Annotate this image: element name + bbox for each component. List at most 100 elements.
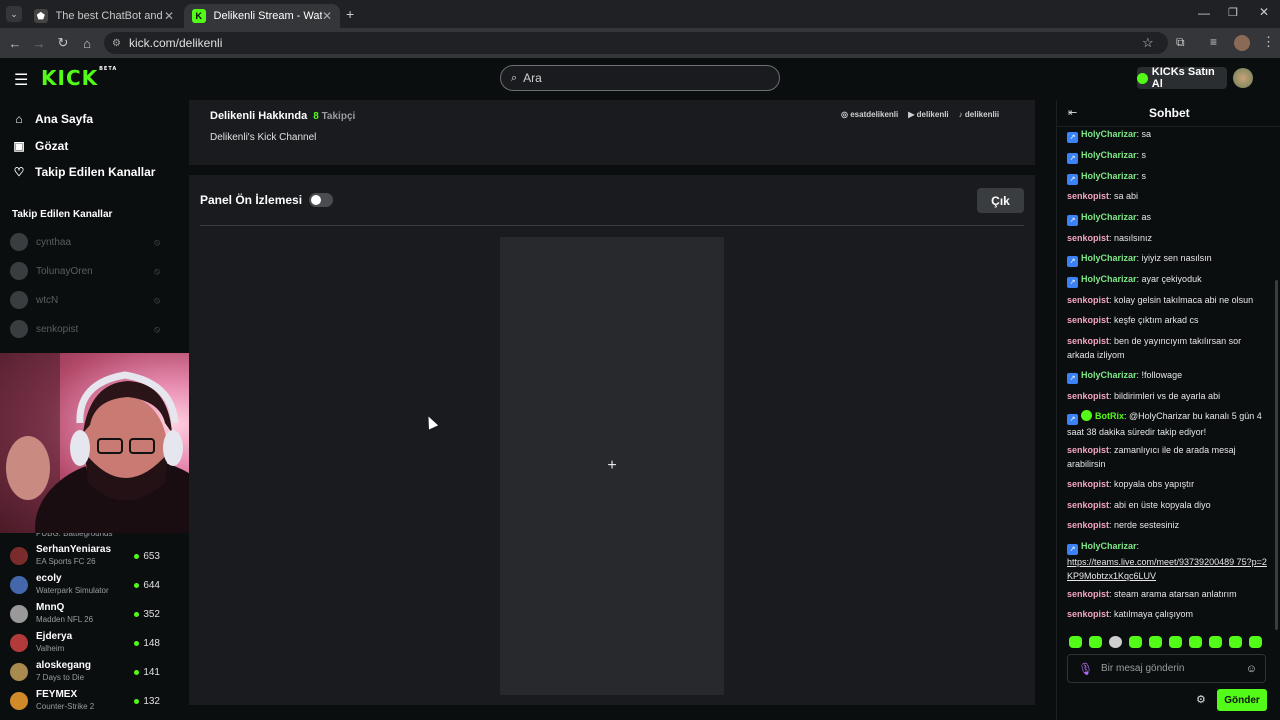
live-channel[interactable]: aloskegang 7 Days to Die 141 bbox=[10, 659, 160, 685]
bookmark-star-icon[interactable]: ☆ bbox=[1142, 35, 1154, 51]
emote-icon[interactable] bbox=[1229, 636, 1242, 648]
emote-icon[interactable] bbox=[1249, 636, 1262, 648]
microphone-icon[interactable]: 🎙 bbox=[1078, 662, 1093, 676]
exit-button[interactable]: Çık bbox=[977, 188, 1024, 213]
tiktok-link[interactable]: ♪ delikenlii bbox=[959, 110, 999, 119]
browser-menu-icon[interactable]: ⋮ bbox=[1262, 34, 1275, 50]
chat-username[interactable]: HolyCharizar bbox=[1081, 171, 1137, 181]
emote-icon[interactable] bbox=[1109, 636, 1122, 648]
emote-icon[interactable] bbox=[1089, 636, 1102, 648]
profile-avatar[interactable] bbox=[1234, 35, 1250, 51]
add-panel-button[interactable]: + bbox=[500, 237, 724, 695]
badge-icon: ↗ bbox=[1067, 153, 1078, 164]
badge-icon: ↗ bbox=[1067, 277, 1078, 288]
kicks-buy-button[interactable]: KICKs Satın Al bbox=[1137, 66, 1227, 90]
chat-username[interactable]: senkopist bbox=[1067, 336, 1109, 346]
close-tab-icon[interactable]: ✕ bbox=[322, 9, 332, 23]
chat-message: senkopist: nasılsınız bbox=[1067, 233, 1153, 243]
browser-tab-kick[interactable]: K Delikenli Stream - Watch Live o ✕ bbox=[184, 4, 340, 28]
chat-username[interactable]: HolyCharizar bbox=[1081, 129, 1137, 139]
chat-username[interactable]: senkopist bbox=[1067, 589, 1109, 599]
minimize-icon[interactable]: — bbox=[1198, 6, 1210, 20]
home-icon: ⌂ bbox=[15, 112, 23, 126]
panel-preview-toggle[interactable] bbox=[309, 193, 333, 207]
chat-username[interactable]: senkopist bbox=[1067, 295, 1109, 305]
viewer-count-value: 132 bbox=[143, 695, 160, 707]
chat-username[interactable]: senkopist bbox=[1067, 391, 1109, 401]
chat-username[interactable]: HolyCharizar bbox=[1081, 274, 1137, 284]
forward-icon[interactable]: → bbox=[30, 34, 48, 52]
live-channel[interactable]: ecoly Waterpark Simulator 644 bbox=[10, 572, 160, 598]
chat-username[interactable]: HolyCharizar bbox=[1081, 212, 1137, 222]
channel-game: Counter-Strike 2 bbox=[36, 702, 95, 711]
badge-icon: ↗ bbox=[1067, 256, 1078, 267]
chat-username[interactable]: senkopist bbox=[1067, 233, 1109, 243]
kick-logo[interactable]: KICKBETA bbox=[41, 66, 117, 90]
chat-username[interactable]: HolyCharizar bbox=[1081, 253, 1137, 263]
emote-icon[interactable] bbox=[1069, 636, 1082, 648]
instagram-link[interactable]: ◎ esatdelikenli bbox=[841, 110, 898, 119]
tab-search-button[interactable]: ⌄ bbox=[6, 6, 22, 22]
plus-icon: + bbox=[607, 457, 617, 474]
chat-scrollbar[interactable] bbox=[1275, 280, 1278, 630]
emote-icon[interactable] bbox=[1149, 636, 1162, 648]
offline-channel[interactable]: cynthaa ⦸ bbox=[10, 231, 160, 253]
chat-link[interactable]: https://teams.live.com/meet/93739200489 … bbox=[1067, 557, 1267, 581]
hamburger-menu-icon[interactable]: ☰ bbox=[14, 70, 28, 90]
live-channel[interactable]: Ejderya Valheim 148 bbox=[10, 630, 160, 656]
collapse-chat-icon[interactable]: ⇤ bbox=[1068, 106, 1077, 119]
emote-icon[interactable] bbox=[1169, 636, 1182, 648]
chat-username[interactable]: senkopist bbox=[1067, 520, 1109, 530]
new-tab-icon[interactable]: + bbox=[346, 6, 354, 22]
back-icon[interactable]: ← bbox=[6, 34, 24, 52]
live-channel[interactable]: FEYMEX Counter-Strike 2 132 bbox=[10, 688, 160, 714]
chat-username[interactable]: HolyCharizar bbox=[1081, 541, 1137, 551]
followers-count: 8 bbox=[313, 111, 319, 122]
chat-username[interactable]: HolyCharizar bbox=[1081, 150, 1137, 160]
chat-username[interactable]: senkopist bbox=[1067, 500, 1109, 510]
sidebar-item-browse[interactable]: ▣ Gözat bbox=[12, 136, 68, 156]
emote-icon[interactable] bbox=[1129, 636, 1142, 648]
chat-message: ↗ HolyCharizar: https://teams.live.com/mee… bbox=[1067, 541, 1267, 581]
sidebar-item-following[interactable]: ♡ Takip Edilen Kanallar bbox=[12, 162, 156, 182]
url-field[interactable]: ⚙ kick.com/delikenli bbox=[104, 32, 1168, 54]
offline-icon: ⦸ bbox=[154, 294, 160, 305]
social-handle: delikenli bbox=[916, 110, 949, 119]
window-close-icon[interactable]: ✕ bbox=[1259, 5, 1269, 19]
home-browser-icon[interactable]: ⌂ bbox=[78, 34, 96, 52]
emote-icon[interactable] bbox=[1209, 636, 1222, 648]
extensions-icon[interactable]: ⧉ bbox=[1176, 35, 1185, 50]
close-tab-icon[interactable]: ✕ bbox=[164, 9, 174, 23]
send-button[interactable]: Gönder bbox=[1217, 689, 1267, 711]
reading-list-icon[interactable]: ≡ bbox=[1210, 35, 1217, 49]
live-channel[interactable]: SerhanYeniaras EA Sports FC 26 653 bbox=[10, 543, 160, 569]
offline-channel[interactable]: wtcN ⦸ bbox=[10, 289, 160, 311]
chat-message-input[interactable]: 🎙 Bir mesaj gönderin ☺ bbox=[1067, 654, 1266, 683]
site-info-icon[interactable]: ⚙ bbox=[112, 38, 121, 49]
chat-username[interactable]: BotRix bbox=[1095, 411, 1124, 421]
sidebar-item-home[interactable]: ⌂ Ana Sayfa bbox=[12, 109, 93, 129]
sidebar-item-label: Gözat bbox=[35, 139, 69, 153]
youtube-link[interactable]: ▶ delikenli bbox=[908, 110, 948, 119]
chat-username[interactable]: senkopist bbox=[1067, 479, 1109, 489]
restore-icon[interactable]: ❐ bbox=[1228, 6, 1238, 19]
avatar bbox=[10, 663, 28, 681]
avatar bbox=[10, 320, 28, 338]
offline-channel[interactable]: TolunayOren ⦸ bbox=[10, 260, 160, 282]
chat-username[interactable]: senkopist bbox=[1067, 191, 1109, 201]
offline-channel[interactable]: senkopist ⦸ bbox=[10, 318, 160, 340]
emote-icon[interactable] bbox=[1189, 636, 1202, 648]
chat-settings-icon[interactable]: ⚙ bbox=[1196, 693, 1206, 706]
reload-icon[interactable]: ↻ bbox=[54, 34, 72, 52]
search-input[interactable]: ⌕ Ara bbox=[500, 65, 780, 91]
chat-username[interactable]: senkopist bbox=[1067, 315, 1109, 325]
chat-username[interactable]: HolyCharizar bbox=[1081, 370, 1137, 380]
emoji-icon[interactable]: ☺ bbox=[1246, 663, 1257, 675]
live-dot-icon bbox=[134, 611, 140, 617]
chat-username[interactable]: senkopist bbox=[1067, 609, 1109, 619]
user-avatar[interactable] bbox=[1233, 68, 1253, 88]
chat-username[interactable]: senkopist bbox=[1067, 445, 1109, 455]
browser-tab-chatbot[interactable]: ⬟ The best ChatBot and Widgets ✕ bbox=[26, 4, 182, 28]
live-channel[interactable]: MnnQ Madden NFL 26 352 bbox=[10, 601, 160, 627]
viewer-count: 141 bbox=[134, 667, 160, 678]
